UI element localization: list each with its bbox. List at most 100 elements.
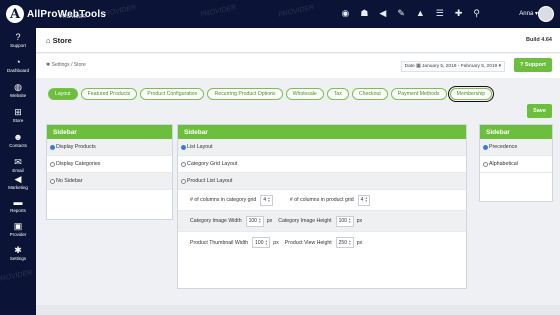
tab-checkout[interactable]: Checkout xyxy=(351,88,388,100)
category-image-height-stepper[interactable]: 100 ▴ ▾ xyxy=(335,215,354,227)
date-range-picker[interactable]: Date ▦ January 5, 2019 - February 5, 201… xyxy=(400,61,505,72)
option-list-layout[interactable]: List Layout xyxy=(178,139,466,156)
breadcrumb-store: Store xyxy=(73,62,86,68)
question-icon: ? xyxy=(15,32,21,42)
radio-selected[interactable] xyxy=(483,144,488,150)
tab-payment-methods[interactable]: Payment Methods xyxy=(390,88,447,100)
main-content: ⌂ Store Build 4.64 ✱ Settings / Store Da… xyxy=(36,28,560,315)
logo[interactable]: A AllProWebTools xyxy=(6,4,106,24)
stepper-arrows-icon[interactable]: ▴ ▾ xyxy=(365,196,367,203)
stepper-arrows-icon[interactable]: ▴ ▾ xyxy=(268,196,270,203)
nav-item-label: Contacts xyxy=(9,143,27,148)
cart-icon: ⊞ xyxy=(14,107,22,117)
breadcrumb-settings[interactable]: Settings xyxy=(52,62,70,68)
option-product-list-layout[interactable]: Product List Layout xyxy=(178,173,466,190)
nav-item-label: Website xyxy=(9,93,27,98)
radio[interactable] xyxy=(50,178,55,184)
tab-membership[interactable]: Membership xyxy=(447,86,495,102)
product-thumbnail-width-stepper[interactable]: 100 ▴ ▾ xyxy=(252,237,271,248)
option-display-products[interactable]: Display Products xyxy=(47,139,172,156)
page-title-text: Store xyxy=(52,36,72,45)
product-grid-columns-stepper[interactable]: 4 ▴ ▾ xyxy=(357,194,371,206)
right-sort-panel: Sidebar Precedence Alphabetical xyxy=(479,124,553,202)
option-category-grid-layout[interactable]: Category Grid Layout xyxy=(178,156,466,173)
support-button[interactable]: ? Support xyxy=(514,58,552,72)
nav-item-settings[interactable]: ✱ Settings xyxy=(0,245,36,261)
option-precedence[interactable]: Precedence xyxy=(480,139,552,156)
eye-icon[interactable]: ◉ xyxy=(341,8,349,18)
option-label: Alphabetical xyxy=(489,161,518,167)
category-image-width-stepper[interactable]: 100 ▴ ▾ xyxy=(245,215,264,227)
user-menu[interactable]: Anna ▾ xyxy=(519,10,538,17)
list-icon[interactable]: ☰ xyxy=(436,8,444,18)
nav-item-provider[interactable]: ▣ Provider xyxy=(0,221,36,237)
top-bar: A AllProWebTools PROVIDER PROVIDER PROVI… xyxy=(0,0,560,28)
save-button[interactable]: Save xyxy=(527,104,552,118)
option-alphabetical[interactable]: Alphabetical xyxy=(480,156,552,173)
dashboard-icon: ◔ xyxy=(15,57,21,67)
stepper-arrows-icon[interactable]: ▴ ▾ xyxy=(259,217,261,224)
stepper-arrows-icon[interactable]: ▴ ▾ xyxy=(349,217,351,224)
megaphone-icon[interactable]: ◀ xyxy=(379,8,386,18)
grid-columns-row: # of columns in category grid 4 ▴ ▾ # of c… xyxy=(178,190,466,211)
option-label: Display Products xyxy=(56,144,96,150)
main-nav-sidebar: ? Support ◔ Dashboard ◍ Website ⊞ Store … xyxy=(0,28,36,315)
nav-item-dashboard[interactable]: ◔ Dashboard xyxy=(0,57,36,73)
tab-product-configuration[interactable]: Product Configuration xyxy=(140,88,205,100)
tab-layout[interactable]: Layout xyxy=(48,88,78,100)
field-value: 100 xyxy=(338,218,347,224)
tab-bar: Layout Featured Products Product Configu… xyxy=(48,86,495,102)
nav-item-contacts[interactable]: ☻ Contacts xyxy=(0,132,36,148)
nav-item-label: Email xyxy=(12,168,24,173)
plus-icon[interactable]: ✚ xyxy=(455,8,463,18)
option-label: Category Grid Layout xyxy=(187,161,238,167)
nav-item-email[interactable]: ✉ Email xyxy=(0,157,36,173)
radio-selected[interactable] xyxy=(50,144,55,150)
tab-recurring-product-options[interactable]: Recurring Product Options xyxy=(207,88,283,100)
radio-selected[interactable] xyxy=(181,144,186,150)
radio[interactable] xyxy=(50,161,55,167)
panel-title: Sidebar xyxy=(178,125,466,139)
field-label: Category Image Height xyxy=(278,218,332,224)
nav-item-store[interactable]: ⊞ Store xyxy=(0,107,36,123)
stepper-arrows-icon[interactable]: ▴ ▾ xyxy=(349,239,351,246)
users-icon[interactable]: ☗ xyxy=(360,8,368,18)
support-button-label: Support xyxy=(524,62,546,68)
nav-item-label: Provider xyxy=(9,232,27,237)
option-label: Product List Layout xyxy=(187,178,233,184)
tab-wholesale[interactable]: Wholesale xyxy=(285,88,324,100)
field-label: # of columns in category grid xyxy=(190,197,257,203)
product-view-height-stepper[interactable]: 250 ▴ ▾ xyxy=(335,237,354,248)
nav-item-reports[interactable]: ▬ Reports xyxy=(0,197,36,213)
field-value: 100 xyxy=(248,218,257,224)
unit-label: px xyxy=(356,218,363,224)
radio[interactable] xyxy=(181,178,186,184)
category-grid-columns-stepper[interactable]: 4 ▴ ▾ xyxy=(260,194,273,206)
chat-icon[interactable]: ✎ xyxy=(397,8,405,18)
option-label: List Layout xyxy=(187,144,213,150)
stepper-arrows-icon[interactable]: ▴ ▾ xyxy=(266,239,268,246)
nav-item-marketing[interactable]: ◀ Marketing xyxy=(0,174,36,190)
alert-icon[interactable]: ▲ xyxy=(416,8,425,18)
nav-item-support[interactable]: ? Support xyxy=(0,32,36,48)
nav-item-website[interactable]: ◍ Website xyxy=(0,82,36,98)
gear-icon: ✱ xyxy=(46,62,51,68)
avatar[interactable] xyxy=(538,6,554,22)
option-no-sidebar[interactable]: No Sidebar xyxy=(47,173,172,190)
nav-item-label: Store xyxy=(12,118,24,123)
field-value: 4 xyxy=(263,197,267,203)
field-label: Category Image Width xyxy=(190,218,242,224)
radio[interactable] xyxy=(483,161,488,167)
field-value: 100 xyxy=(255,239,264,246)
unit-label: px xyxy=(356,239,363,246)
watermark: PROVIDER xyxy=(199,4,237,19)
search-icon[interactable]: ⚲ xyxy=(473,8,480,18)
option-label: Display Categories xyxy=(56,161,101,167)
globe-icon: ◍ xyxy=(14,82,22,92)
page-title: ⌂ Store xyxy=(46,36,72,45)
option-display-categories[interactable]: Display Categories xyxy=(47,156,172,173)
email-icon: ✉ xyxy=(14,157,22,167)
radio[interactable] xyxy=(181,161,186,167)
tab-featured-products[interactable]: Featured Products xyxy=(80,88,138,100)
tab-tax[interactable]: Tax xyxy=(326,88,349,100)
